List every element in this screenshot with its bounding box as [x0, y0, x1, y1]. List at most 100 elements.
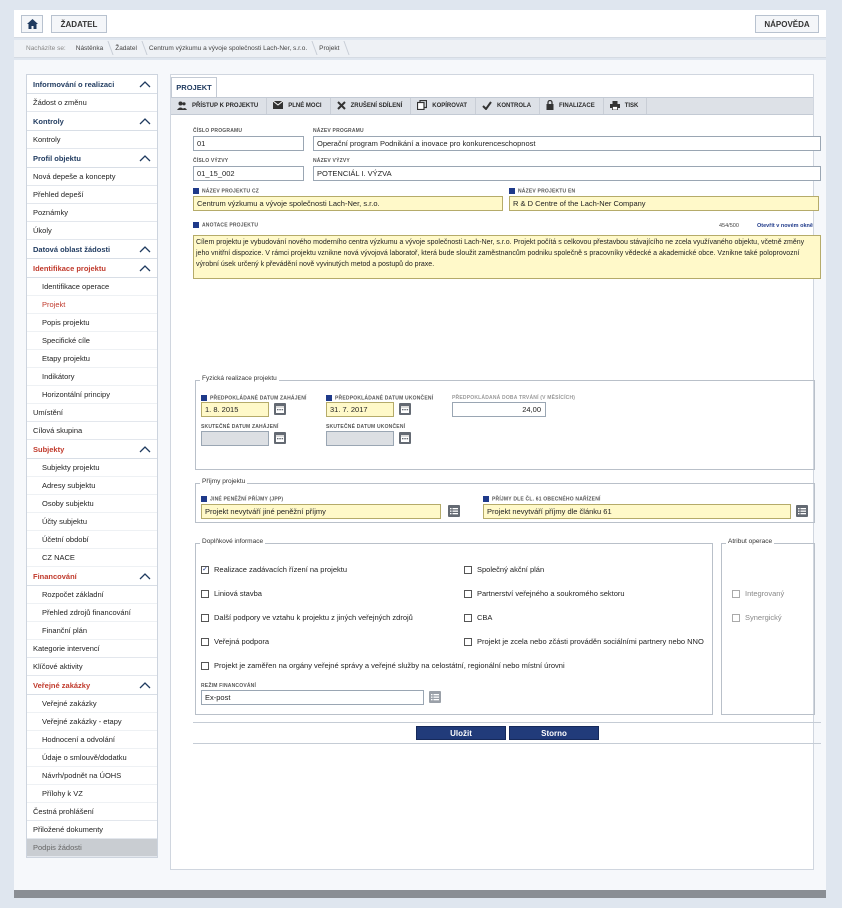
sidebar-item[interactable]: Popis projektu: [27, 314, 157, 332]
access-button[interactable]: PŘÍSTUP K PROJEKTU: [171, 98, 268, 114]
save-button[interactable]: Uložit: [416, 726, 506, 740]
sidebar-item[interactable]: Účty subjektu: [27, 513, 157, 531]
sidebar-item[interactable]: Informování o realizaci: [27, 75, 157, 94]
checkbox[interactable]: [201, 661, 209, 670]
chevron-up-icon[interactable]: [139, 117, 151, 125]
check-liniova-stavba[interactable]: Liniová stavba: [201, 589, 262, 598]
sidebar-item[interactable]: Datová oblast žádosti: [27, 240, 157, 259]
chevron-up-icon[interactable]: [139, 572, 151, 580]
sk-zahajeni-field[interactable]: [201, 431, 269, 446]
calendar-button[interactable]: [274, 403, 286, 415]
sidebar-item[interactable]: Kontroly: [27, 131, 157, 149]
tab-projekt[interactable]: PROJEKT: [171, 77, 217, 97]
chevron-up-icon[interactable]: [139, 245, 151, 253]
sidebar-item[interactable]: Cílová skupina: [27, 422, 157, 440]
check-realizace[interactable]: ✓ Realizace zadávacích řízení na projektu: [201, 565, 347, 574]
checkbox[interactable]: [464, 637, 472, 646]
checkbox[interactable]: [464, 565, 472, 574]
check-spolecny-plan[interactable]: Společný akční plán: [464, 565, 544, 574]
sidebar-item[interactable]: Přehled depeší: [27, 186, 157, 204]
checkbox[interactable]: [201, 589, 209, 598]
home-button[interactable]: [21, 15, 43, 33]
sidebar-item[interactable]: Specifické cíle: [27, 332, 157, 350]
sidebar-item[interactable]: Identifikace projektu: [27, 259, 157, 278]
sidebar-item[interactable]: Finanční plán: [27, 622, 157, 640]
chevron-up-icon[interactable]: [139, 154, 151, 162]
ukonceni-field[interactable]: 31. 7. 2017: [326, 402, 394, 417]
checkbox[interactable]: [201, 637, 209, 646]
calendar-button[interactable]: [274, 432, 286, 444]
check-partnerstvi[interactable]: Partnerství veřejného a soukromého sekto…: [464, 589, 625, 598]
jpp-field[interactable]: Projekt nevytváří jiné peněžní příjmy: [201, 504, 441, 519]
sidebar-item[interactable]: Subjekty: [27, 440, 157, 459]
sidebar-item[interactable]: Osoby subjektu: [27, 495, 157, 513]
sidebar-item[interactable]: Údaje o smlouvě/dodatku: [27, 749, 157, 767]
sidebar-item[interactable]: Účetní období: [27, 531, 157, 549]
sidebar-item[interactable]: Veřejné zakázky - etapy: [27, 713, 157, 731]
sidebar-item[interactable]: Umístění: [27, 404, 157, 422]
sidebar-item[interactable]: Nová depeše a koncepty: [27, 168, 157, 186]
rezim-field[interactable]: Ex-post: [201, 690, 424, 705]
sidebar-item[interactable]: Etapy projektu: [27, 350, 157, 368]
checkbox[interactable]: [201, 613, 209, 622]
sidebar-item[interactable]: Přiložené dokumenty: [27, 821, 157, 839]
breadcrumb-item-subject[interactable]: Centrum výzkumu a vývoje společnosti Lac…: [145, 45, 315, 52]
sidebar-item[interactable]: Žádost o změnu: [27, 94, 157, 112]
nazev-programu-field[interactable]: Operační program Podnikání a inovace pro…: [313, 136, 821, 151]
list-button[interactable]: [429, 691, 441, 703]
cancel-button[interactable]: Storno: [509, 726, 599, 740]
sidebar-item[interactable]: Poznámky: [27, 204, 157, 222]
breadcrumb-item-zadatel[interactable]: Žadatel: [111, 45, 145, 52]
kopirovat-button[interactable]: KOPÍROVAT: [411, 98, 477, 114]
sidebar-item[interactable]: Kategorie intervencí: [27, 640, 157, 658]
plne-moci-button[interactable]: PLNÉ MOCI: [267, 98, 331, 114]
breadcrumb-item-projekt[interactable]: Projekt: [315, 45, 347, 52]
sidebar-item[interactable]: Přehled zdrojů financování: [27, 604, 157, 622]
sidebar-item[interactable]: Profil objektu: [27, 149, 157, 168]
sidebar-item[interactable]: Návrh/podnět na ÚOHS: [27, 767, 157, 785]
sidebar-item[interactable]: Projekt: [27, 296, 157, 314]
sidebar-item[interactable]: Přílohy k VZ: [27, 785, 157, 803]
chevron-up-icon[interactable]: [139, 445, 151, 453]
sidebar-item[interactable]: Hodnocení a odvolání: [27, 731, 157, 749]
zruseni-sdileni-button[interactable]: ZRUŠENÍ SDÍLENÍ: [331, 98, 412, 114]
zahajeni-field[interactable]: 1. 8. 2015: [201, 402, 269, 417]
breadcrumb-item-nastenka[interactable]: Nástěnka: [72, 45, 111, 52]
checkbox[interactable]: [464, 613, 472, 622]
sidebar-item[interactable]: Podpis žádosti: [27, 839, 157, 857]
open-new-window-link[interactable]: Otevřít v novém okně: [757, 223, 813, 229]
check-socialni-partneri[interactable]: Projekt je zcela nebo zčásti prováděn so…: [464, 637, 704, 646]
calendar-button[interactable]: [399, 432, 411, 444]
calendar-button[interactable]: [399, 403, 411, 415]
nazev-vyzvy-field[interactable]: POTENCIÁL I. VÝZVA: [313, 166, 821, 181]
cl61-field[interactable]: Projekt nevytváří příjmy dle článku 61: [483, 504, 791, 519]
sidebar-item[interactable]: Identifikace operace: [27, 278, 157, 296]
anotace-textarea[interactable]: Cílem projektu je vybudování nového mode…: [193, 235, 821, 279]
list-button[interactable]: [796, 505, 808, 517]
chevron-up-icon[interactable]: [139, 681, 151, 689]
list-button[interactable]: [448, 505, 460, 517]
finalizace-button[interactable]: FINALIZACE: [540, 98, 604, 114]
tisk-button[interactable]: TISK: [604, 98, 648, 114]
sidebar-item[interactable]: Veřejné zakázky: [27, 695, 157, 713]
help-button[interactable]: NÁPOVĚDA: [755, 15, 819, 33]
sidebar-item[interactable]: Indikátory: [27, 368, 157, 386]
sidebar-item[interactable]: Horizontální principy: [27, 386, 157, 404]
sidebar-item[interactable]: Subjekty projektu: [27, 459, 157, 477]
cislo-programu-field[interactable]: 01: [193, 136, 304, 151]
checkbox[interactable]: ✓: [201, 565, 209, 574]
nazev-cz-field[interactable]: Centrum výzkumu a vývoje společnosti Lac…: [193, 196, 503, 211]
kontrola-button[interactable]: KONTROLA: [476, 98, 541, 114]
chevron-up-icon[interactable]: [139, 264, 151, 272]
sidebar-item[interactable]: Kontroly: [27, 112, 157, 131]
sk-ukonceni-field[interactable]: [326, 431, 394, 446]
check-cba[interactable]: CBA: [464, 613, 492, 622]
sidebar-item[interactable]: Veřejné zakázky: [27, 676, 157, 695]
check-organy-verejne-spravy[interactable]: Projekt je zaměřen na orgány veřejné spr…: [201, 661, 565, 670]
sidebar-item[interactable]: Čestná prohlášení: [27, 803, 157, 821]
sidebar-item[interactable]: Financování: [27, 567, 157, 586]
sidebar-item[interactable]: Rozpočet základní: [27, 586, 157, 604]
sidebar-item[interactable]: Klíčové aktivity: [27, 658, 157, 676]
zadatel-button[interactable]: ŽADATEL: [51, 15, 107, 33]
nazev-en-field[interactable]: R & D Centre of the Lach-Ner Company: [509, 196, 819, 211]
